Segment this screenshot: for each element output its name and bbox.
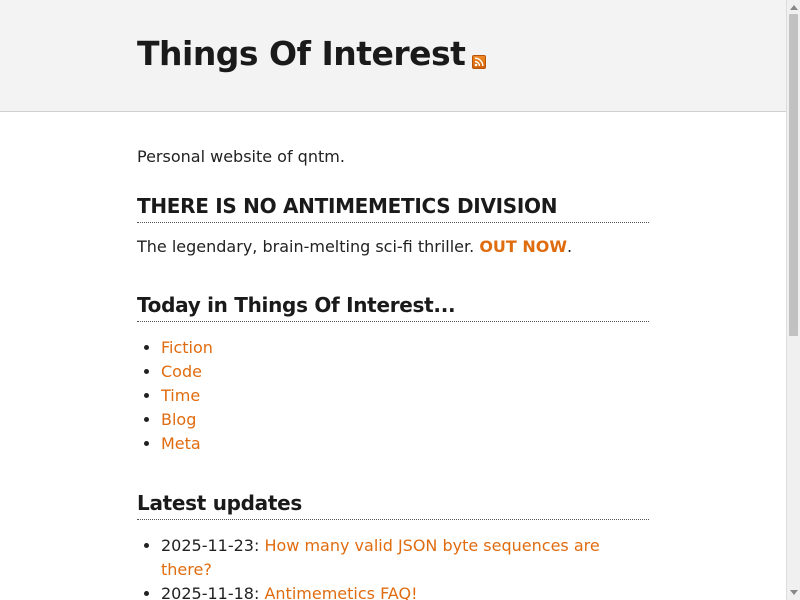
- updates-list: 2025-11-23: How many valid JSON byte seq…: [137, 534, 649, 600]
- intro-text: Personal website of qntm.: [137, 147, 345, 166]
- time-link[interactable]: Time: [161, 386, 200, 405]
- rss-feed-icon[interactable]: [472, 55, 487, 69]
- updates-section: Latest updates 2025-11-23: How many vali…: [137, 490, 649, 600]
- antimemetics-suffix: .: [567, 237, 573, 256]
- site-title-link[interactable]: Things Of Interest: [137, 34, 466, 73]
- scrollbar-thumb[interactable]: [789, 14, 798, 336]
- antimemetics-section: THERE IS NO ANTIMEMETICS DIVISION The le…: [137, 193, 649, 257]
- page: Things Of Interest Personal website of q…: [0, 0, 786, 600]
- today-heading: Today in Things Of Interest...: [137, 292, 649, 322]
- update-date: 2025-11-23:: [161, 536, 265, 555]
- antimemetics-text: The legendary, brain-melting sci-fi thri…: [137, 237, 649, 257]
- out-now-link[interactable]: OUT NOW: [479, 237, 567, 256]
- updates-heading: Latest updates: [137, 490, 649, 520]
- meta-link[interactable]: Meta: [161, 434, 201, 453]
- list-item: 2025-11-23: How many valid JSON byte seq…: [161, 534, 649, 582]
- today-section: Today in Things Of Interest... Fiction C…: [137, 292, 649, 456]
- list-item: Time: [161, 384, 649, 408]
- main-content: Personal website of qntm. THERE IS NO AN…: [137, 112, 649, 600]
- update-date: 2025-11-18:: [161, 584, 265, 600]
- scroll-up-icon[interactable]: [790, 5, 798, 10]
- vertical-scrollbar[interactable]: [786, 0, 800, 600]
- antimemetics-heading: THERE IS NO ANTIMEMETICS DIVISION: [137, 193, 649, 223]
- site-title: Things Of Interest: [137, 34, 487, 73]
- list-item: 2025-11-18: Antimemetics FAQ!: [161, 582, 649, 600]
- fiction-link[interactable]: Fiction: [161, 338, 213, 357]
- site-header: Things Of Interest: [0, 0, 786, 112]
- update-link[interactable]: Antimemetics FAQ!: [264, 584, 417, 600]
- code-link[interactable]: Code: [161, 362, 202, 381]
- list-item: Blog: [161, 408, 649, 432]
- antimemetics-description: The legendary, brain-melting sci-fi thri…: [137, 237, 475, 256]
- list-item: Code: [161, 360, 649, 384]
- list-item: Meta: [161, 432, 649, 456]
- today-list: Fiction Code Time Blog Meta: [137, 336, 649, 456]
- scroll-down-icon[interactable]: [790, 590, 798, 595]
- blog-link[interactable]: Blog: [161, 410, 196, 429]
- list-item: Fiction: [161, 336, 649, 360]
